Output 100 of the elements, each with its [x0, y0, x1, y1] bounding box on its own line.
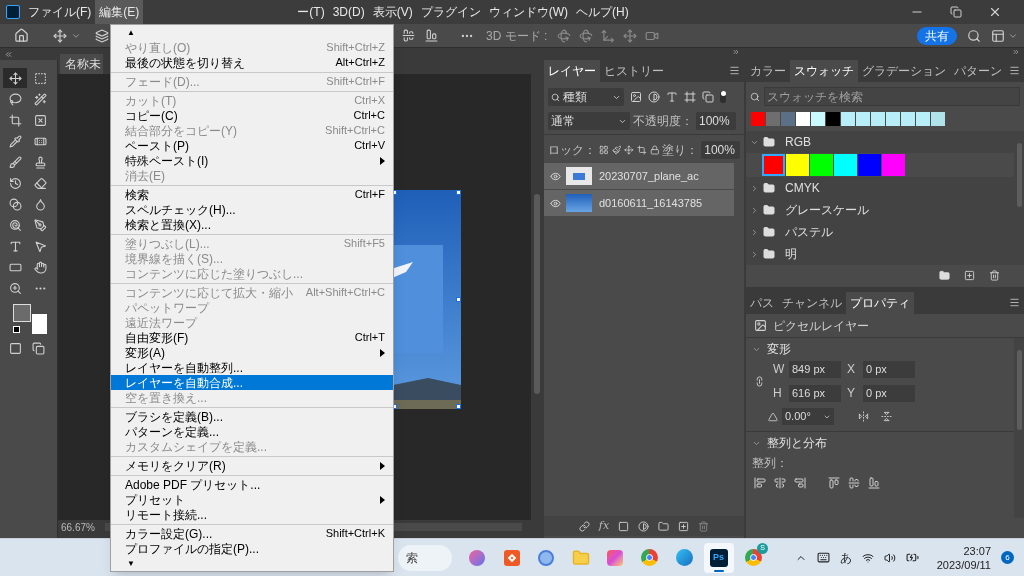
menu-bar-item[interactable]: プラグイン	[416, 0, 485, 24]
folder-icon[interactable]	[658, 520, 670, 532]
workspace-icon[interactable]	[991, 28, 1005, 43]
default-colors-icon[interactable]	[13, 326, 20, 333]
swatch[interactable]	[762, 154, 785, 176]
width-field[interactable]: 849 px	[789, 360, 841, 378]
trash-icon[interactable]	[989, 269, 1000, 281]
swatch[interactable]	[810, 154, 833, 176]
menu-item[interactable]: スペルチェック(H)...	[111, 202, 393, 217]
panel-tab[interactable]: グラデーション	[858, 60, 950, 82]
menu-item[interactable]: プロファイルの指定(P)...	[111, 541, 393, 556]
panel-menu-icon[interactable]	[1009, 65, 1020, 76]
menu-bar-item[interactable]: ファイル(F)	[24, 0, 96, 24]
swatch[interactable]	[901, 112, 915, 126]
type-filter-icon[interactable]	[666, 91, 678, 103]
swatch[interactable]	[826, 112, 840, 126]
search-icon[interactable]	[967, 28, 981, 43]
menu-item[interactable]: レイヤーを自動合成...	[111, 375, 393, 390]
align-right-icon[interactable]	[794, 477, 806, 489]
smart-object-filter-icon[interactable]	[702, 91, 714, 103]
panel-menu-icon[interactable]	[1009, 297, 1020, 308]
align-center-icon[interactable]	[774, 477, 786, 489]
transform-handle[interactable]	[456, 404, 461, 409]
menu-item[interactable]: 自由変形(F) Ctrl+T	[111, 330, 393, 345]
menu-item[interactable]: 最後の状態を切り替え Alt+Ctrl+Z	[111, 55, 393, 70]
height-field[interactable]: 616 px	[789, 384, 841, 402]
panel-tab[interactable]: パス	[746, 292, 778, 314]
home-icon[interactable]	[14, 28, 29, 43]
panel-tab[interactable]: レイヤー	[544, 60, 600, 82]
fill-field[interactable]: 100%	[701, 141, 740, 159]
swatch[interactable]	[834, 154, 857, 176]
trash-icon[interactable]	[698, 520, 710, 532]
link-icon[interactable]	[578, 520, 590, 532]
restore-icon[interactable]	[950, 6, 962, 18]
menu-item[interactable]: プリセット	[111, 492, 393, 507]
swatch[interactable]	[882, 154, 905, 176]
align-bottom-icon[interactable]	[425, 29, 438, 42]
speaker-icon[interactable]	[883, 551, 896, 564]
swatch[interactable]	[766, 112, 780, 126]
move-icon[interactable]	[624, 145, 634, 155]
roll-3d-icon[interactable]	[579, 28, 594, 43]
vertical-scrollbar[interactable]	[1014, 338, 1024, 518]
swatch-search-field[interactable]: スウォッチを検索	[764, 87, 1020, 106]
flip-vertical-icon[interactable]	[881, 411, 892, 422]
layers-icon[interactable]	[95, 28, 109, 43]
new-swatch-icon[interactable]	[964, 269, 975, 281]
clock[interactable]: 23:07 2023/09/11	[936, 543, 991, 572]
swatch[interactable]	[811, 112, 825, 126]
menu-bar-item[interactable]: 表示(V)	[368, 0, 417, 24]
align-left-icon[interactable]	[754, 477, 766, 489]
menu-bar-item[interactable]: 3D(D)	[328, 0, 369, 24]
lock-icon[interactable]	[649, 145, 660, 155]
transform-handle[interactable]	[456, 297, 461, 302]
swatch-group[interactable]: グレースケール	[746, 199, 1014, 221]
menu-item[interactable]: レイヤーを自動整列...	[111, 360, 393, 375]
swatch[interactable]	[916, 112, 930, 126]
align-middle-icon[interactable]	[848, 477, 860, 489]
menu-item[interactable]: コピー(C) Ctrl+C	[111, 108, 393, 123]
fx-label[interactable]: fx	[598, 517, 610, 535]
shape-filter-icon[interactable]	[684, 91, 696, 103]
menu-item[interactable]: 特殊ペースト(I)	[111, 153, 393, 168]
filter-dropdown[interactable]: 種類	[548, 88, 624, 106]
image-filter-icon[interactable]	[630, 91, 642, 103]
taskbar-app[interactable]: Ps	[703, 542, 734, 573]
swatch-group[interactable]: CMYK	[746, 177, 1014, 199]
menu-bar-item[interactable]: ー(T)	[293, 0, 329, 24]
menu-item[interactable]: ブラシを定義(B)...	[111, 409, 393, 424]
menu-bar-item[interactable]: 編集(E)	[95, 0, 144, 24]
blend-mode-dropdown[interactable]: 通常	[548, 112, 630, 130]
x-field[interactable]: 0 px	[863, 360, 915, 378]
expand-icon[interactable]	[732, 48, 740, 56]
move-icon[interactable]	[53, 28, 67, 43]
panel-tab[interactable]: カラー	[746, 60, 790, 82]
menu-item[interactable]: パターンを定義...	[111, 424, 393, 439]
swatch[interactable]	[931, 112, 945, 126]
keyboard-icon[interactable]	[816, 551, 830, 564]
swatch[interactable]	[751, 112, 765, 126]
swatch[interactable]	[781, 112, 795, 126]
link-icon[interactable]	[754, 375, 765, 387]
brush-icon[interactable]	[611, 145, 622, 155]
collapse-icon[interactable]	[4, 49, 13, 59]
adjustment-filter-icon[interactable]	[648, 91, 660, 103]
y-field[interactable]: 0 px	[863, 384, 915, 402]
swatch-group[interactable]: パステル	[746, 221, 1014, 243]
panel-tab[interactable]: パターン	[950, 60, 1006, 82]
menu-item[interactable]: 検索 Ctrl+F	[111, 187, 393, 202]
swatch-group[interactable]: RGB	[746, 131, 1014, 153]
menu-item[interactable]: ペースト(P) Ctrl+V	[111, 138, 393, 153]
eye-icon[interactable]	[549, 170, 561, 182]
search-field[interactable]: 索	[398, 544, 452, 571]
crop-icon[interactable]	[636, 145, 647, 155]
menu-bar-item[interactable]: ウィンドウ(W)	[484, 0, 572, 24]
align-top-icon[interactable]	[828, 477, 840, 489]
quick-mask-icon[interactable]	[9, 342, 22, 355]
filter-toggle[interactable]	[720, 91, 726, 103]
menu-item[interactable]: メモリをクリア(R)	[111, 458, 393, 473]
menu-item[interactable]: カラー設定(G)... Shift+Ctrl+K	[111, 526, 393, 541]
swatch-group[interactable]: 明	[746, 243, 1014, 265]
flip-horizontal-icon[interactable]	[858, 411, 869, 422]
menu-item[interactable]: リモート接続...	[111, 507, 393, 522]
